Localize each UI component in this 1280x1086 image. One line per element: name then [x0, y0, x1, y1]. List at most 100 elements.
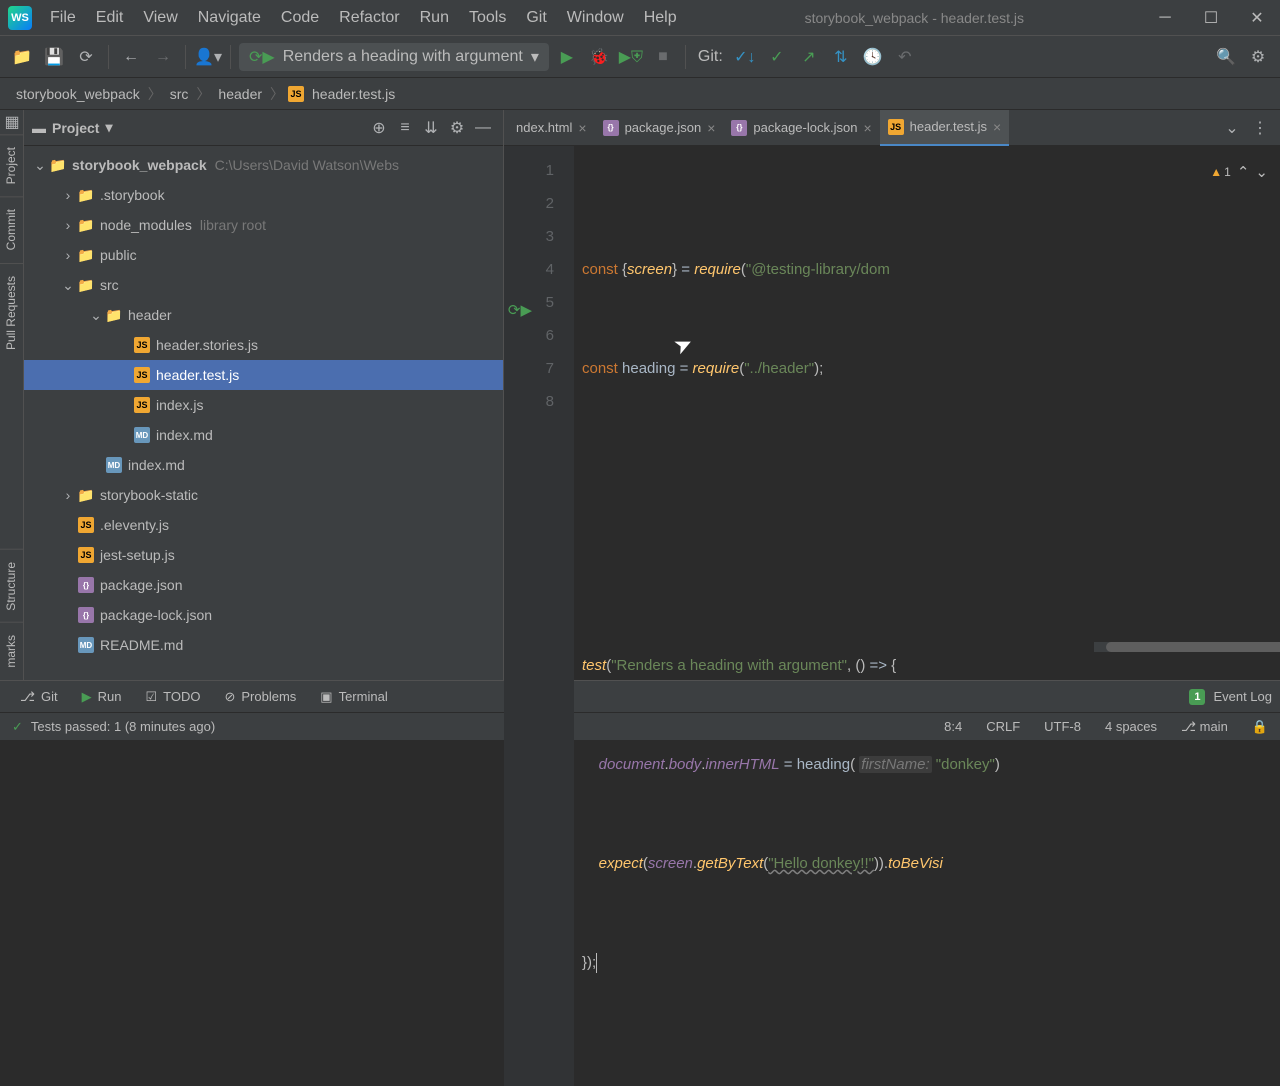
push-icon[interactable]: ↗ [795, 43, 823, 71]
tree-item-package-json[interactable]: {}package.json [24, 570, 503, 600]
project-sidebar: ▬ Project ▾ ⊕ ≡ ⇊ ⚙ — ⌄📁 storybook_webpa… [24, 110, 504, 680]
hide-icon[interactable]: — [471, 116, 495, 140]
test-status-icon: ✓ [12, 719, 23, 735]
run-icon[interactable]: ▶ [553, 43, 581, 71]
project-tool-icon[interactable]: ▦ [0, 110, 24, 134]
debug-icon[interactable]: 🐞 [585, 43, 613, 71]
toolbar: 📁 💾 ⟳ ← → 👤▾ ⟳▶ Renders a heading with a… [0, 36, 1280, 78]
open-icon[interactable]: 📁 [8, 43, 36, 71]
menu-view[interactable]: View [133, 1, 187, 35]
close-icon[interactable]: × [863, 120, 871, 136]
horizontal-scrollbar[interactable] [1094, 642, 1264, 652]
tree-item-index-md[interactable]: MDindex.md [24, 420, 503, 450]
gutter-bookmarks[interactable]: marks [0, 622, 23, 680]
refresh-icon[interactable]: ⟳ [72, 43, 100, 71]
btab-run[interactable]: ▶Run [70, 689, 134, 705]
inspection-badge[interactable]: ▲1 ⌃ ⌄ [1210, 156, 1268, 189]
user-icon[interactable]: 👤▾ [194, 43, 222, 71]
crumb-src[interactable]: src [166, 86, 193, 102]
tree-item-jest-setup-js[interactable]: JSjest-setup.js [24, 540, 503, 570]
crumb-header[interactable]: header [214, 86, 266, 102]
breadcrumb: storybook_webpack 〉 src 〉 header 〉 JS he… [0, 78, 1280, 110]
expand-all-icon[interactable]: ≡ [393, 116, 417, 140]
collapse-all-icon[interactable]: ⇊ [419, 116, 443, 140]
undo-icon[interactable]: ↶ [891, 43, 919, 71]
gutter-commit[interactable]: Commit [0, 196, 23, 262]
search-icon[interactable]: 🔍 [1212, 43, 1240, 71]
close-button[interactable]: ✕ [1234, 0, 1280, 36]
tree-item-readme-md[interactable]: MDREADME.md [24, 630, 503, 660]
close-icon[interactable]: × [578, 120, 586, 136]
btab-todo[interactable]: ☑TODO [133, 689, 212, 705]
menu-edit[interactable]: Edit [86, 1, 134, 35]
stop-icon[interactable]: ■ [649, 43, 677, 71]
maximize-button[interactable]: ☐ [1188, 0, 1234, 36]
tab-more-icon[interactable]: ⋮ [1248, 116, 1272, 140]
menu-file[interactable]: File [40, 1, 86, 35]
update-icon[interactable]: ✓↓ [731, 43, 759, 71]
menu-window[interactable]: Window [557, 1, 634, 35]
project-tree[interactable]: ⌄📁 storybook_webpack C:\Users\David Wats… [24, 146, 503, 680]
back-icon[interactable]: ← [117, 43, 145, 71]
app-icon: WS [8, 6, 32, 30]
editor: ndex.html× {}package.json× {}package-loc… [504, 110, 1280, 680]
btab-git[interactable]: ⎇Git [8, 689, 70, 705]
tree-item--storybook[interactable]: ›📁.storybook [24, 180, 503, 210]
minimize-button[interactable]: ─ [1142, 0, 1188, 36]
tree-item-index-md[interactable]: MDindex.md [24, 450, 503, 480]
left-tool-gutter: ▦ Project Commit Pull Requests Structure… [0, 110, 24, 680]
menu-tools[interactable]: Tools [459, 1, 516, 35]
tree-item-node-modules[interactable]: ›📁node_moduleslibrary root [24, 210, 503, 240]
menu-run[interactable]: Run [410, 1, 459, 35]
next-highlight-icon[interactable]: ⌄ [1255, 156, 1268, 189]
coverage-icon[interactable]: ▶⛨ [617, 43, 645, 71]
code-area[interactable]: ▲1 ⌃ ⌄ const {screen} = require("@testin… [574, 146, 1280, 1086]
tree-item-src[interactable]: ⌄📁src [24, 270, 503, 300]
prev-highlight-icon[interactable]: ⌃ [1237, 156, 1250, 189]
tab-dropdown-icon[interactable]: ⌄ [1220, 116, 1244, 140]
commit-icon[interactable]: ✓ [763, 43, 791, 71]
menu-navigate[interactable]: Navigate [188, 1, 271, 35]
tool-settings-icon[interactable]: ⚙ [445, 116, 469, 140]
tree-item-index-js[interactable]: JSindex.js [24, 390, 503, 420]
run-config-icon: ⟳▶ [249, 47, 275, 67]
close-icon[interactable]: × [993, 119, 1001, 135]
btab-terminal[interactable]: ▣Terminal [308, 689, 399, 705]
menu-code[interactable]: Code [271, 1, 329, 35]
tab-header-test[interactable]: JSheader.test.js× [880, 110, 1010, 146]
run-config-label: Renders a heading with argument [283, 48, 523, 66]
tab-package-json[interactable]: {}package.json× [595, 110, 724, 146]
clock-icon[interactable]: 🕓 [859, 43, 887, 71]
settings-icon[interactable]: ⚙ [1244, 43, 1272, 71]
tree-item-public[interactable]: ›📁public [24, 240, 503, 270]
tree-item-header-test-js[interactable]: JSheader.test.js [24, 360, 503, 390]
select-opened-icon[interactable]: ⊕ [367, 116, 391, 140]
project-view-selector[interactable]: ▬ Project ▾ [32, 119, 113, 136]
menu-git[interactable]: Git [516, 1, 556, 35]
close-icon[interactable]: × [707, 120, 715, 136]
history-icon[interactable]: ⇅ [827, 43, 855, 71]
gutter-pull-requests[interactable]: Pull Requests [0, 263, 23, 362]
crumb-project[interactable]: storybook_webpack [12, 86, 144, 102]
status-message: Tests passed: 1 (8 minutes ago) [31, 719, 215, 734]
gutter-structure[interactable]: Structure [0, 549, 23, 623]
crumb-file[interactable]: header.test.js [308, 86, 399, 102]
tab-index-html[interactable]: ndex.html× [508, 110, 595, 146]
save-icon[interactable]: 💾 [40, 43, 68, 71]
tree-root[interactable]: ⌄📁 storybook_webpack C:\Users\David Wats… [24, 150, 503, 180]
tree-item-storybook-static[interactable]: ›📁storybook-static [24, 480, 503, 510]
js-file-icon: JS [288, 86, 304, 102]
run-config-selector[interactable]: ⟳▶ Renders a heading with argument ▾ [239, 43, 549, 71]
line-gutter[interactable]: 1 2 3 4 ⟳▶5 6 7 8 [504, 146, 574, 1086]
gutter-project[interactable]: Project [0, 134, 23, 196]
tree-item-package-lock-json[interactable]: {}package-lock.json [24, 600, 503, 630]
menu-help[interactable]: Help [634, 1, 687, 35]
tab-package-lock[interactable]: {}package-lock.json× [723, 110, 879, 146]
chevron-down-icon: ▾ [105, 119, 112, 136]
tree-item-header-stories-js[interactable]: JSheader.stories.js [24, 330, 503, 360]
btab-problems[interactable]: ⊘Problems [212, 689, 308, 705]
tree-item-header[interactable]: ⌄📁header [24, 300, 503, 330]
menu-refactor[interactable]: Refactor [329, 1, 409, 35]
forward-icon[interactable]: → [149, 43, 177, 71]
tree-item--eleventy-js[interactable]: JS.eleventy.js [24, 510, 503, 540]
